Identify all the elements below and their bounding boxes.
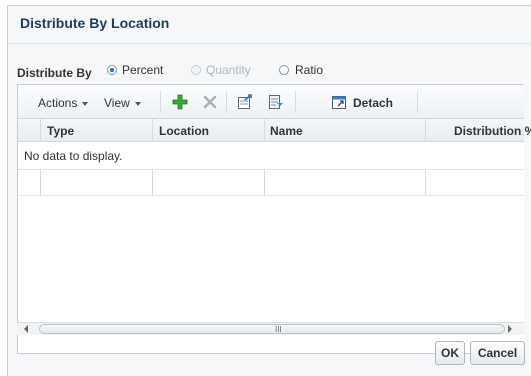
percent-radio-label[interactable]: Percent: [122, 63, 163, 77]
horizontal-scrollbar[interactable]: III: [17, 322, 524, 335]
table-header: Type Location Name Distribution %: [18, 119, 531, 142]
location-table-panel: Actions View Detach Type Location Name D…: [17, 84, 531, 354]
ok-button[interactable]: OK: [435, 341, 465, 365]
toolbar-divider: [295, 91, 296, 113]
row-divider: [18, 169, 524, 170]
title-divider: [8, 43, 531, 44]
detach-button[interactable]: Detach: [353, 96, 393, 110]
column-divider: [40, 119, 41, 142]
view-menu-label: View: [104, 96, 130, 110]
column-divider: [152, 119, 153, 142]
table-toolbar: Actions View Detach: [18, 85, 524, 119]
cancel-button[interactable]: Cancel: [470, 341, 525, 365]
ratio-radio-label[interactable]: Ratio: [295, 63, 323, 77]
column-header-distribution[interactable]: Distribution %: [454, 124, 531, 138]
quantity-radio: [191, 65, 201, 75]
distribute-by-label: Distribute By: [17, 66, 92, 80]
chevron-down-icon: [82, 101, 89, 106]
actions-menu[interactable]: Actions: [38, 96, 89, 110]
column-header-name[interactable]: Name: [270, 124, 303, 138]
scroll-right-icon[interactable]: [508, 325, 512, 333]
scroll-left-icon[interactable]: [24, 325, 28, 333]
toolbar-divider: [417, 91, 418, 113]
edit-icon[interactable]: [268, 94, 284, 113]
scrollbar-thumb[interactable]: III: [39, 324, 505, 334]
column-header-location[interactable]: Location: [159, 124, 209, 138]
ratio-radio[interactable]: [279, 65, 289, 75]
actions-menu-label: Actions: [38, 96, 78, 110]
column-divider: [264, 119, 265, 142]
scrollbar-grip: III: [275, 325, 282, 334]
column-divider: [264, 170, 265, 195]
toolbar-divider: [160, 91, 161, 113]
export-icon[interactable]: [237, 94, 253, 113]
column-divider: [40, 170, 41, 195]
column-header-type[interactable]: Type: [47, 124, 74, 138]
column-divider: [425, 119, 426, 142]
empty-table-message: No data to display.: [24, 149, 123, 163]
delete-icon[interactable]: [202, 94, 218, 113]
detach-icon[interactable]: [331, 94, 347, 113]
column-divider: [425, 170, 426, 195]
toolbar-divider: [226, 91, 227, 113]
percent-radio[interactable]: [107, 65, 117, 75]
row-divider: [18, 195, 524, 196]
column-divider: [152, 170, 153, 195]
quantity-radio-label: Quantity: [206, 63, 251, 77]
add-icon[interactable]: [172, 94, 188, 113]
chevron-down-icon: [134, 101, 141, 106]
view-menu[interactable]: View: [104, 96, 141, 110]
dialog-title: Distribute By Location: [20, 15, 170, 31]
